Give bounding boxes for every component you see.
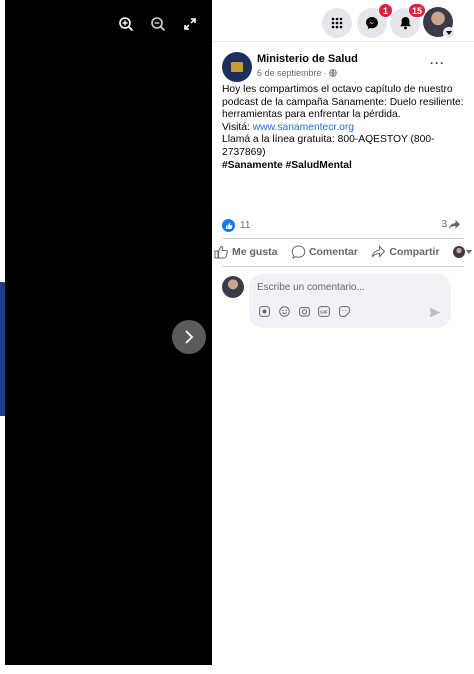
reaction-summary[interactable]: 11 (222, 219, 250, 232)
send-icon[interactable] (429, 305, 441, 323)
zoom-in-icon[interactable] (116, 14, 136, 34)
post-phone-line: Llamá a la línea gratuita: 800-AQESTOY (… (222, 134, 435, 158)
messenger-icon (366, 17, 378, 29)
share-arrow-icon (449, 220, 460, 229)
more-options-icon[interactable]: ··· (430, 56, 445, 70)
sticker-icon[interactable] (338, 305, 350, 317)
thumbs-up-icon (214, 245, 228, 259)
post-actions: Me gusta Comentar Compartir (214, 245, 472, 259)
reaction-count: 11 (240, 220, 251, 231)
like-button[interactable]: Me gusta (214, 245, 278, 259)
post-text: Hoy les compartimos el octavo capítulo d… (222, 84, 467, 172)
avatar-sticker-icon[interactable] (258, 305, 270, 317)
share-button[interactable]: Compartir (371, 245, 440, 259)
composer-tools: GIF (258, 305, 350, 317)
notifications-button[interactable]: 15 (390, 3, 426, 38)
fullscreen-icon[interactable] (180, 14, 200, 34)
page-avatar[interactable] (222, 52, 252, 82)
share-count[interactable]: 3 (441, 219, 460, 230)
like-label: Me gusta (232, 246, 278, 258)
post-meta: 6 de septiembre · (257, 68, 337, 78)
chevron-down-icon (465, 250, 472, 254)
post-visit-line: Visitá: www.sanamentecr.org (222, 122, 467, 135)
camera-icon[interactable] (298, 305, 310, 317)
visit-label: Visitá: (222, 121, 253, 133)
gif-icon[interactable]: GIF (318, 305, 330, 317)
menu-button[interactable] (322, 8, 352, 38)
chevron-down-icon (443, 27, 455, 39)
comment-input[interactable] (257, 282, 442, 293)
comment-label: Comentar (308, 246, 358, 258)
meta-separator: · (323, 68, 327, 78)
comment-composer: GIF (249, 274, 451, 328)
post-panel: 1 15 Ministerio de Salud 6 de septiembre… (212, 0, 474, 674)
globe-icon (328, 69, 337, 77)
messenger-button[interactable]: 1 (357, 3, 393, 38)
website-link[interactable]: www.sanamentecr.org (253, 122, 354, 133)
chevron-right-icon (185, 330, 194, 344)
comment-button[interactable]: Comentar (291, 245, 358, 259)
divider (222, 238, 464, 239)
page-name[interactable]: Ministerio de Salud (257, 53, 358, 65)
bell-icon (399, 17, 411, 30)
top-bar: 1 15 (212, 0, 474, 42)
divider (222, 266, 464, 267)
like-reaction-icon (222, 219, 235, 232)
grid-menu-icon (331, 17, 343, 29)
post-as-selector[interactable] (452, 246, 472, 258)
post-hashtags[interactable]: #Sanamente #SaludMental (222, 160, 467, 173)
photo-viewer (5, 0, 212, 665)
share-icon (372, 245, 386, 258)
mini-avatar (452, 246, 465, 258)
next-photo-button[interactable] (172, 320, 206, 354)
svg-text:GIF: GIF (320, 309, 328, 314)
share-count-text: 3 (441, 219, 447, 230)
post-date[interactable]: 6 de septiembre (257, 68, 322, 78)
comment-icon (291, 245, 306, 259)
post-paragraph: Hoy les compartimos el octavo capítulo d… (222, 84, 464, 121)
commenter-avatar[interactable] (222, 276, 244, 298)
share-label: Compartir (389, 246, 440, 258)
emoji-icon[interactable] (278, 305, 290, 317)
account-avatar[interactable] (423, 7, 455, 39)
zoom-out-icon[interactable] (148, 14, 168, 34)
